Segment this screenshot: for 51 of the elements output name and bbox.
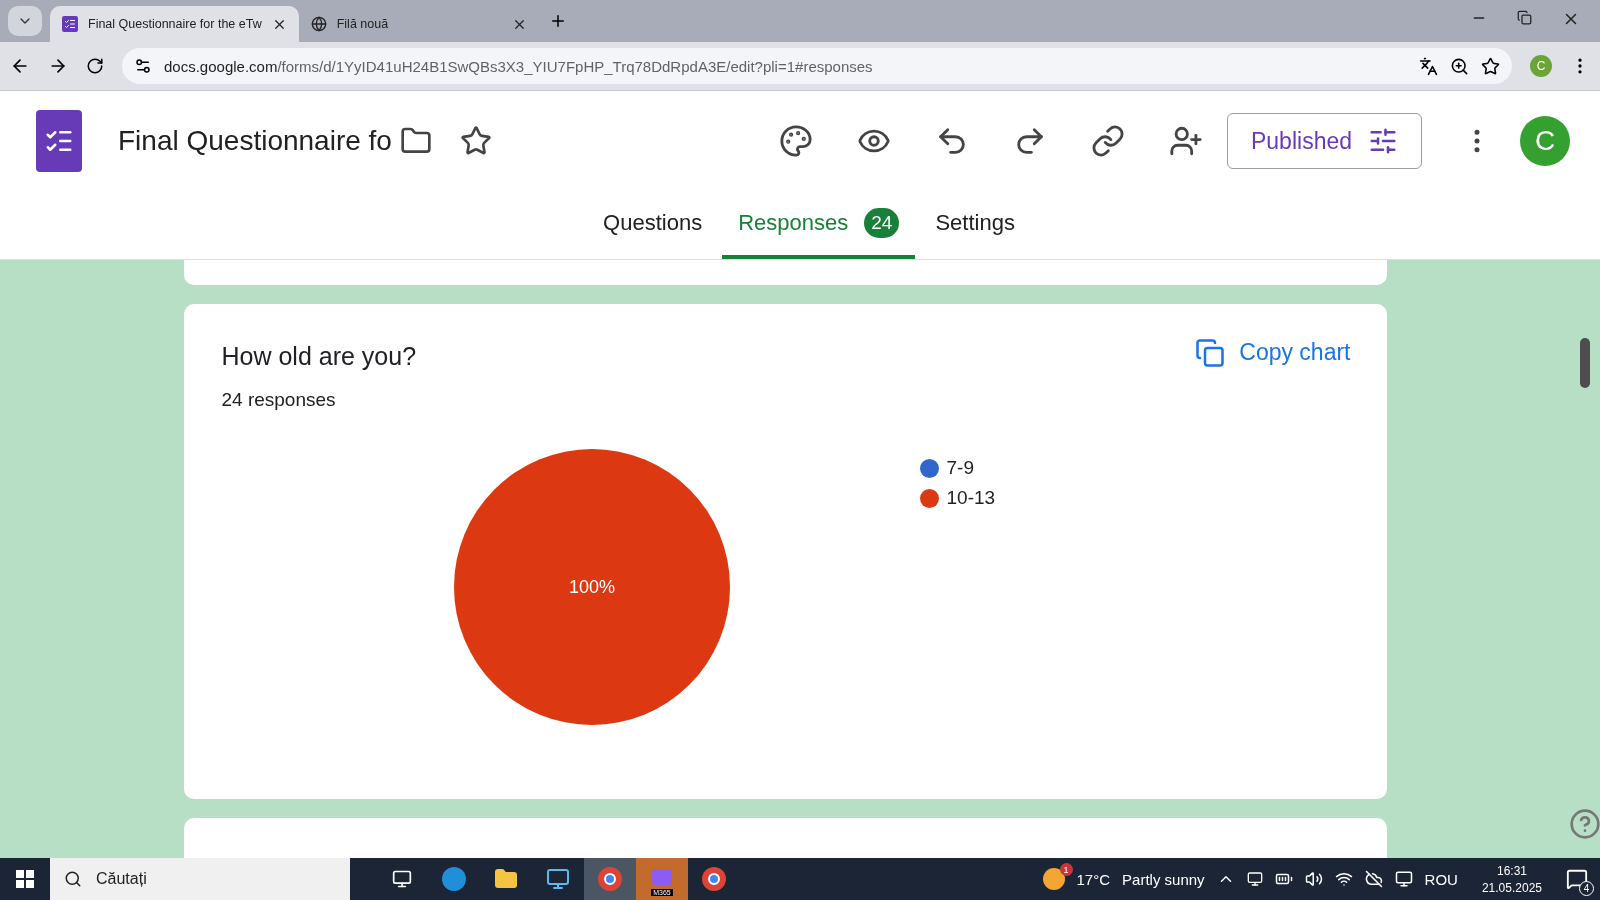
url-path: /forms/d/1YyID41uH24B1SwQBs3X3_YIU7FpHP_Trq78DdRpdA3E/edit?pli=1#responses (277, 57, 873, 75)
tab-label: Settings (935, 210, 1015, 236)
search-icon[interactable] (64, 870, 82, 888)
tab-label: Responses (738, 210, 849, 236)
tab-title: Filă nouă (336, 17, 390, 31)
url-host: docs.google.com (164, 57, 278, 75)
form-tab[interactable]: Settings (919, 191, 1031, 259)
data-label: 100% (568, 577, 615, 597)
form-tab[interactable]: Questions (587, 191, 719, 259)
translate-icon[interactable] (1419, 56, 1438, 76)
legend-label: 7-9 (946, 457, 974, 479)
reload-icon[interactable] (86, 57, 104, 75)
site-settings-icon[interactable] (134, 57, 152, 75)
tab-title: Final Questionnaire for the eTw (88, 17, 262, 31)
forms-icon (62, 16, 78, 32)
published-button[interactable]: Published (1227, 113, 1422, 169)
weather-text: Partly sunny (1122, 870, 1205, 888)
sliders-icon[interactable] (1368, 126, 1398, 156)
help-icon[interactable] (1569, 808, 1600, 840)
browser-tab[interactable]: Filă nouă (298, 6, 539, 42)
device-icon[interactable] (1246, 871, 1263, 887)
tab-label: Questions (603, 210, 703, 236)
zoom-icon[interactable] (1450, 56, 1469, 76)
clock[interactable]: 16:31 21.05.2025 (1481, 863, 1542, 895)
question-title: How old are you? (221, 342, 417, 371)
weather-icon[interactable] (1042, 868, 1065, 890)
volume-icon[interactable] (1304, 870, 1323, 888)
restore-icon[interactable] (1517, 10, 1532, 25)
bookmark-icon[interactable] (1481, 56, 1500, 76)
form-title[interactable]: Final Questionnaire fo (118, 125, 396, 157)
notification-count-badge: 4 (1579, 881, 1594, 896)
language-indicator[interactable]: ROU (1424, 870, 1458, 888)
response-count: 24 responses (221, 389, 337, 411)
browser-tab[interactable]: Final Questionnaire for the eTw (50, 6, 299, 42)
taskbar-search-field[interactable]: Căutați (50, 858, 350, 900)
globe-icon (310, 16, 327, 32)
forms-logo (36, 110, 82, 172)
copy-icon[interactable] (1195, 337, 1226, 368)
copy-chart-button[interactable]: Copy chart (1189, 336, 1357, 369)
response-count-badge: 24 (864, 208, 900, 238)
temperature: 17°C (1076, 870, 1111, 888)
address-bar[interactable]: docs.google.com/forms/d/1YyID41uH24B1SwQBs3X3_YIU7FpHP_Trq78DdRpdA3E/edit?pli=1#responses (122, 48, 1512, 84)
scrollbar-thumb[interactable] (1580, 338, 1590, 388)
legend-label: 10-13 (946, 487, 996, 509)
wifi-icon[interactable] (1334, 870, 1353, 888)
search-placeholder: Căutați (96, 870, 147, 888)
cloud-icon[interactable] (1364, 870, 1383, 888)
notifications-icon[interactable] (1566, 868, 1588, 890)
display-icon[interactable] (1394, 870, 1413, 888)
chrome-app-icon[interactable] (584, 858, 636, 900)
weather-badge: 1 (1059, 863, 1073, 876)
